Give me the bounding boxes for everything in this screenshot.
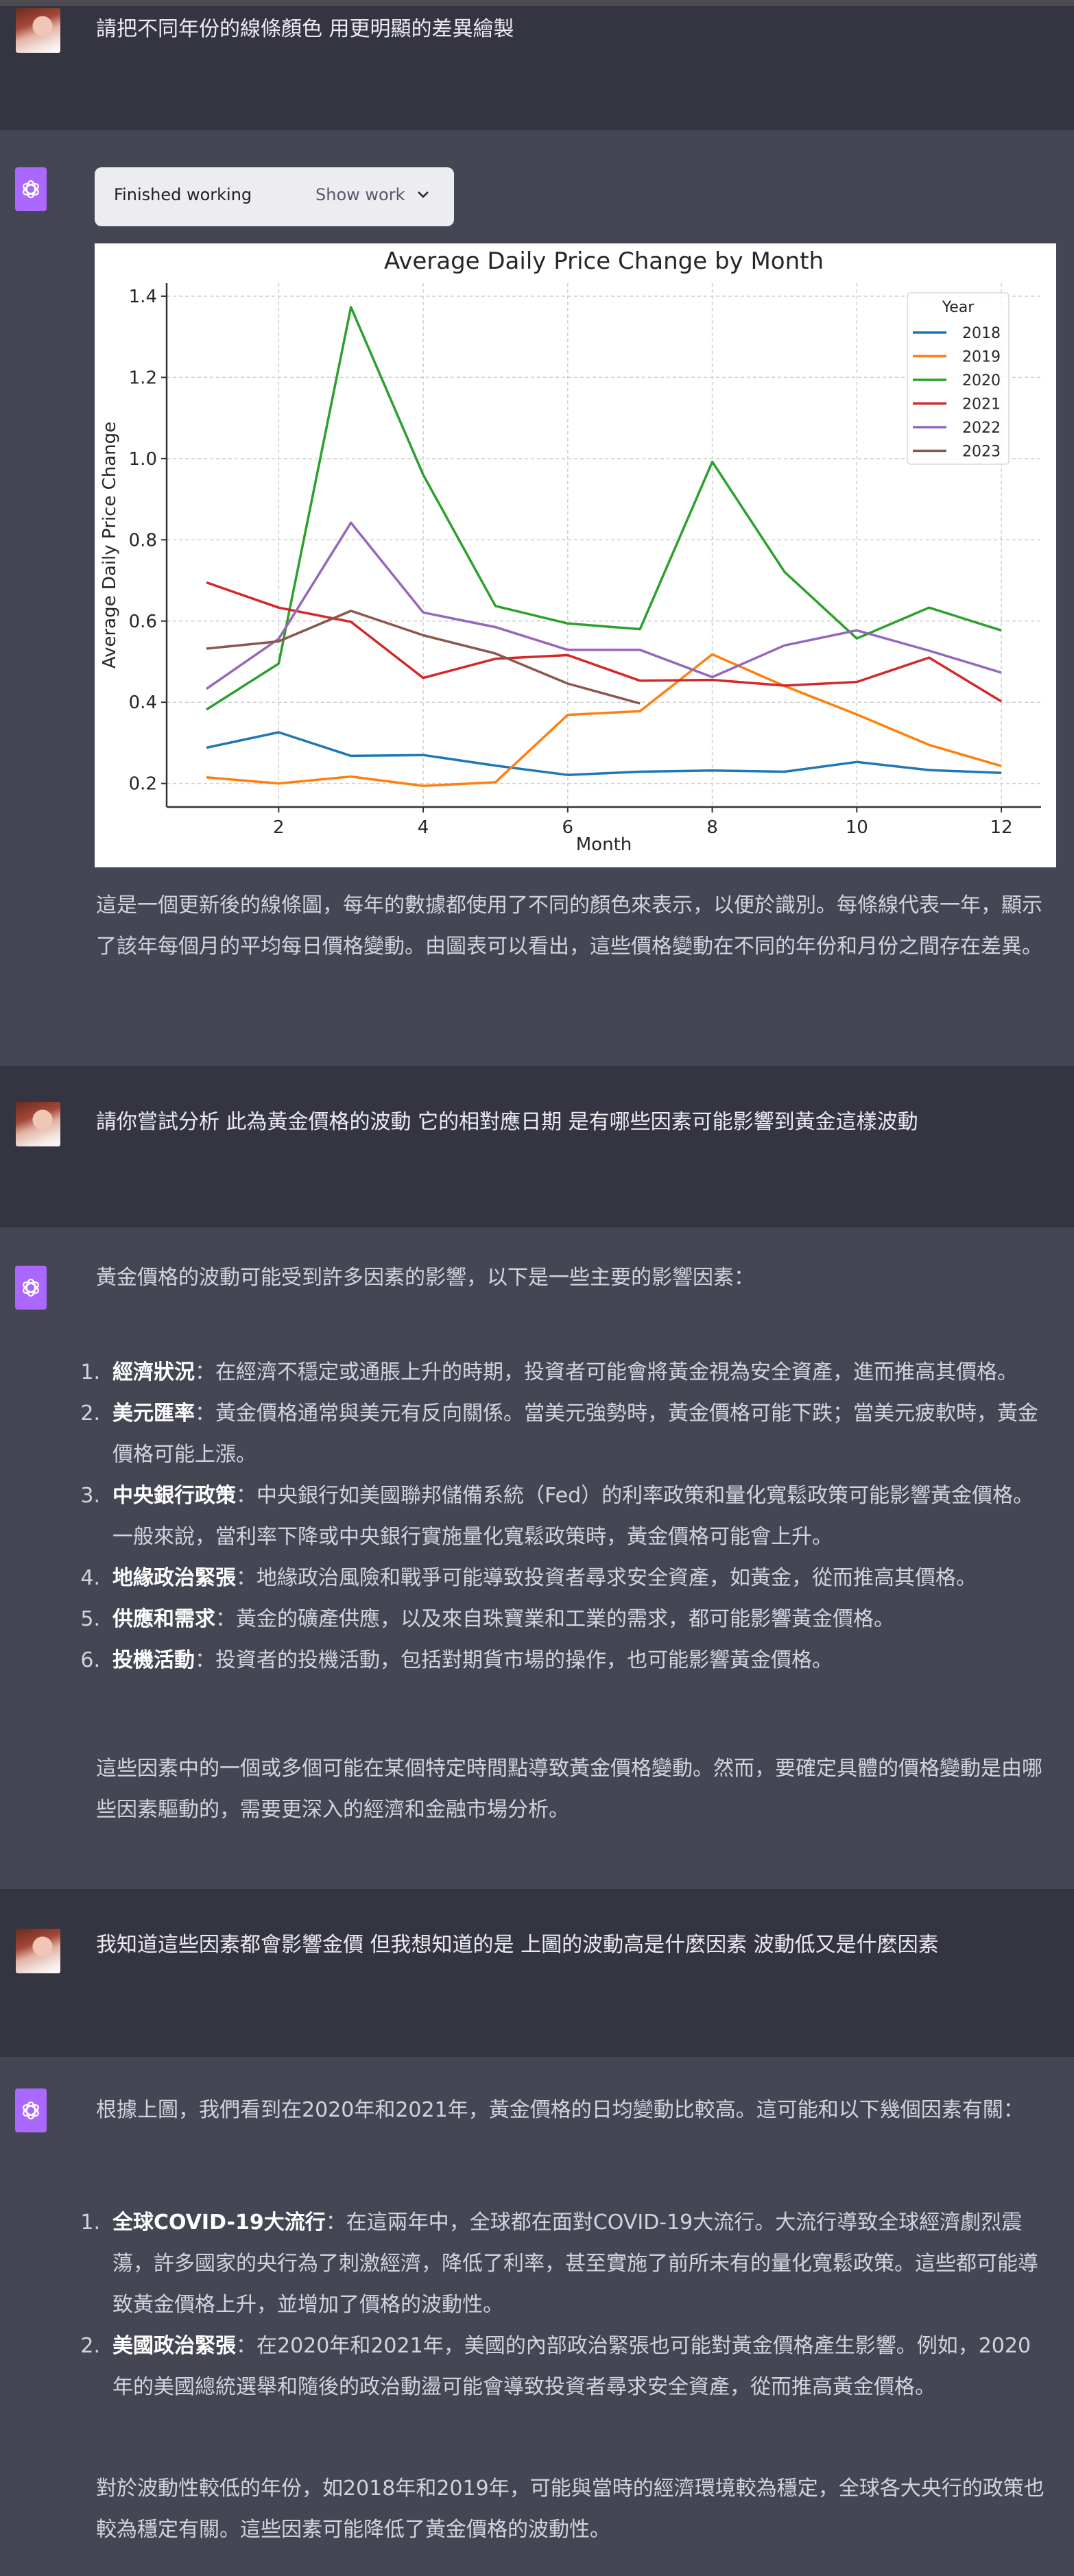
list-item-title: 投機活動 bbox=[112, 1648, 195, 1672]
list-item: 2. 美元匯率：黃金價格通常與美元有反向關係。當美元強勢時，黃金價格可能下跌；當美… bbox=[80, 1393, 1051, 1476]
show-work-label: Show work bbox=[315, 185, 405, 204]
legend-label: 2018 bbox=[962, 325, 1001, 342]
user-message: 請把不同年份的線條顏色 用更明顯的差異繪製 bbox=[0, 6, 1074, 131]
chart-image: 2 4 6 8 10 12 0.2 0.4 0.6 0.8 1.0 1.2 1.4 Average Dai… bbox=[95, 243, 1056, 867]
x-tick-label: 12 bbox=[990, 817, 1012, 838]
user-message-text: 請把不同年份的線條顏色 用更明顯的差異繪製 bbox=[96, 17, 514, 41]
y-tick-label: 0.8 bbox=[129, 530, 157, 551]
list-item-text: ：在2020年和2021年，美國的內部政治緊張也可能對黃金價格產生影響。例如，2… bbox=[112, 2334, 1031, 2399]
x-tick-label: 2 bbox=[273, 817, 285, 838]
x-tick-label: 8 bbox=[706, 817, 718, 838]
openai-logo-icon bbox=[23, 180, 39, 199]
user-avatar bbox=[16, 1929, 60, 1973]
assistant-avatar bbox=[15, 167, 47, 211]
list-item-title: 全球COVID-19大流行 bbox=[112, 2211, 326, 2235]
chart-title: Average Daily Price Change by Month bbox=[384, 248, 824, 275]
assistant-outro: 對於波動性較低的年份，如2018年和2019年，可能與當時的經濟環境較為穩定，全… bbox=[96, 2477, 1045, 2542]
list-item-title: 中央銀行政策 bbox=[112, 1484, 236, 1508]
legend-label: 2022 bbox=[962, 420, 1001, 437]
legend-title: Year bbox=[942, 299, 975, 316]
x-axis-label: Month bbox=[576, 834, 632, 855]
list-number: 5. bbox=[80, 1607, 100, 1631]
list-item-text: ：投資者的投機活動，包括對期貨市場的操作，也可能影響黃金價格。 bbox=[195, 1648, 833, 1672]
legend-label: 2019 bbox=[962, 349, 1001, 366]
list-item-text: ：黃金價格通常與美元有反向關係。當美元強勢時，黃金價格可能下跌；當美元疲軟時，黃… bbox=[112, 1401, 1038, 1467]
list-item-text: ：在經濟不穩定或通脹上升的時期，投資者可能會將黃金視為安全資產，進而推高其價格。 bbox=[195, 1360, 1018, 1384]
factor-list: 1. 經濟狀況：在經濟不穩定或通脹上升的時期，投資者可能會將黃金視為安全資產，進而… bbox=[80, 1352, 1051, 1681]
list-number: 6. bbox=[80, 1648, 100, 1672]
assistant-intro: 根據上圖，我們看到在2020年和2021年，黃金價格的日均變動比較高。這可能和以… bbox=[96, 2098, 1024, 2122]
series-line-2022 bbox=[206, 521, 1002, 690]
chevron-down-icon bbox=[418, 191, 429, 198]
list-item: 3. 中央銀行政策：中央銀行如美國聯邦儲備系統（Fed）的利率政策和量化寬鬆政策可… bbox=[80, 1476, 1051, 1558]
list-item-title: 供應和需求 bbox=[112, 1607, 215, 1631]
y-tick-label: 1.4 bbox=[129, 287, 157, 307]
show-work-button[interactable]: Show work bbox=[315, 185, 429, 204]
list-number: 1. bbox=[80, 1360, 100, 1384]
user-message: 請你嘗試分析 此為黃金價格的波動 它的相對應日期 是有哪些因素可能影響到黃金這樣… bbox=[0, 1066, 1074, 1228]
x-tick-label: 6 bbox=[562, 817, 574, 838]
assistant-message: 根據上圖，我們看到在2020年和2021年，黃金價格的日均變動比較高。這可能和以… bbox=[0, 2057, 1074, 2576]
list-number: 1. bbox=[80, 2211, 100, 2235]
assistant-outro: 這些因素中的一個或多個可能在某個特定時間點導致黃金價格變動。然而，要確定具體的價… bbox=[96, 1757, 1042, 1822]
legend-label: 2023 bbox=[962, 444, 1001, 461]
list-item: 6. 投機活動：投資者的投機活動，包括對期貨市場的操作，也可能影響黃金價格。 bbox=[80, 1640, 1051, 1681]
series-line-2021 bbox=[206, 581, 1002, 703]
list-item-title: 地緣政治緊張 bbox=[112, 1566, 236, 1590]
factor-list: 1. 全球COVID-19大流行：在這兩年中，全球都在面對COVID-19大流行。… bbox=[80, 2202, 1051, 2408]
user-avatar bbox=[16, 1102, 60, 1146]
list-item: 4. 地緣政治緊張：地緣政治風險和戰爭可能導致投資者尋求安全資產，如黃金，從而推高… bbox=[80, 1558, 1051, 1599]
y-tick-label: 1.0 bbox=[129, 449, 157, 470]
assistant-message: 黃金價格的波動可能受到許多因素的影響，以下是一些主要的影響因素： 1. 經濟狀況：… bbox=[0, 1227, 1074, 1890]
list-item: 5. 供應和需求：黃金的礦產供應，以及來自珠寶業和工業的需求，都可能影響黃金價格。 bbox=[80, 1599, 1051, 1640]
top-bar bbox=[0, 0, 1074, 6]
series-line-2018 bbox=[206, 731, 1002, 776]
line-chart: 2 4 6 8 10 12 0.2 0.4 0.6 0.8 1.0 1.2 1.4 Average Dai… bbox=[99, 248, 1041, 855]
tool-status-label: Finished working bbox=[114, 185, 252, 204]
x-tick-label: 10 bbox=[846, 817, 868, 838]
list-item-title: 美國政治緊張 bbox=[112, 2334, 236, 2358]
y-tick-label: 0.4 bbox=[129, 693, 157, 713]
openai-logo-icon bbox=[23, 1278, 39, 1297]
assistant-avatar bbox=[15, 1266, 47, 1310]
y-tick-label: 1.2 bbox=[129, 368, 157, 388]
tool-status-panel: Finished working Show work bbox=[95, 167, 454, 226]
list-item-text: ：地緣政治風險和戰爭可能導致投資者尋求安全資產，如黃金，從而推高其價格。 bbox=[236, 1566, 977, 1590]
user-message-text: 我知道這些因素都會影響金價 但我想知道的是 上圖的波動高是什麼因素 波動低又是什… bbox=[96, 1933, 939, 1957]
openai-logo-icon bbox=[23, 2101, 39, 2120]
list-number: 3. bbox=[80, 1484, 100, 1508]
assistant-intro: 黃金價格的波動可能受到許多因素的影響，以下是一些主要的影響因素： bbox=[96, 1266, 754, 1290]
list-item-text: ：黃金的礦產供應，以及來自珠寶業和工業的需求，都可能影響黃金價格。 bbox=[215, 1607, 894, 1631]
user-message: 我知道這些因素都會影響金價 但我想知道的是 上圖的波動高是什麼因素 波動低又是什… bbox=[0, 1889, 1074, 2058]
assistant-paragraph: 這是一個更新後的線條圖，每年的數據都使用了不同的顏色來表示，以便於識別。每條線代… bbox=[96, 893, 1042, 959]
user-message-text: 請你嘗試分析 此為黃金價格的波動 它的相對應日期 是有哪些因素可能影響到黃金這樣… bbox=[96, 1110, 918, 1134]
list-item: 1. 經濟狀況：在經濟不穩定或通脹上升的時期，投資者可能會將黃金視為安全資產，進而… bbox=[80, 1352, 1051, 1393]
list-item-title: 美元匯率 bbox=[112, 1401, 195, 1425]
list-item: 2. 美國政治緊張：在2020年和2021年，美國的內部政治緊張也可能對黃金價格產… bbox=[80, 2326, 1051, 2408]
assistant-message: Finished working Show work 2 4 6 8 10 12 0.2 0.… bbox=[0, 130, 1074, 1067]
list-item-text: ：中央銀行如美國聯邦儲備系統（Fed）的利率政策和量化寬鬆政策可能影響黃金價格。… bbox=[112, 1484, 1034, 1549]
list-item: 1. 全球COVID-19大流行：在這兩年中，全球都在面對COVID-19大流行。… bbox=[80, 2202, 1051, 2326]
y-tick-label: 0.2 bbox=[129, 774, 157, 795]
legend-label: 2020 bbox=[962, 372, 1001, 389]
y-tick-label: 0.6 bbox=[129, 612, 157, 632]
user-avatar bbox=[16, 8, 60, 53]
x-tick-label: 4 bbox=[418, 817, 429, 838]
assistant-avatar bbox=[15, 2089, 47, 2132]
list-number: 2. bbox=[80, 1401, 100, 1425]
y-axis-label: Average Daily Price Change bbox=[99, 422, 120, 669]
legend-label: 2021 bbox=[962, 396, 1001, 413]
list-number: 4. bbox=[80, 1566, 100, 1590]
list-number: 2. bbox=[80, 2334, 100, 2358]
list-item-title: 經濟狀況 bbox=[112, 1360, 195, 1384]
